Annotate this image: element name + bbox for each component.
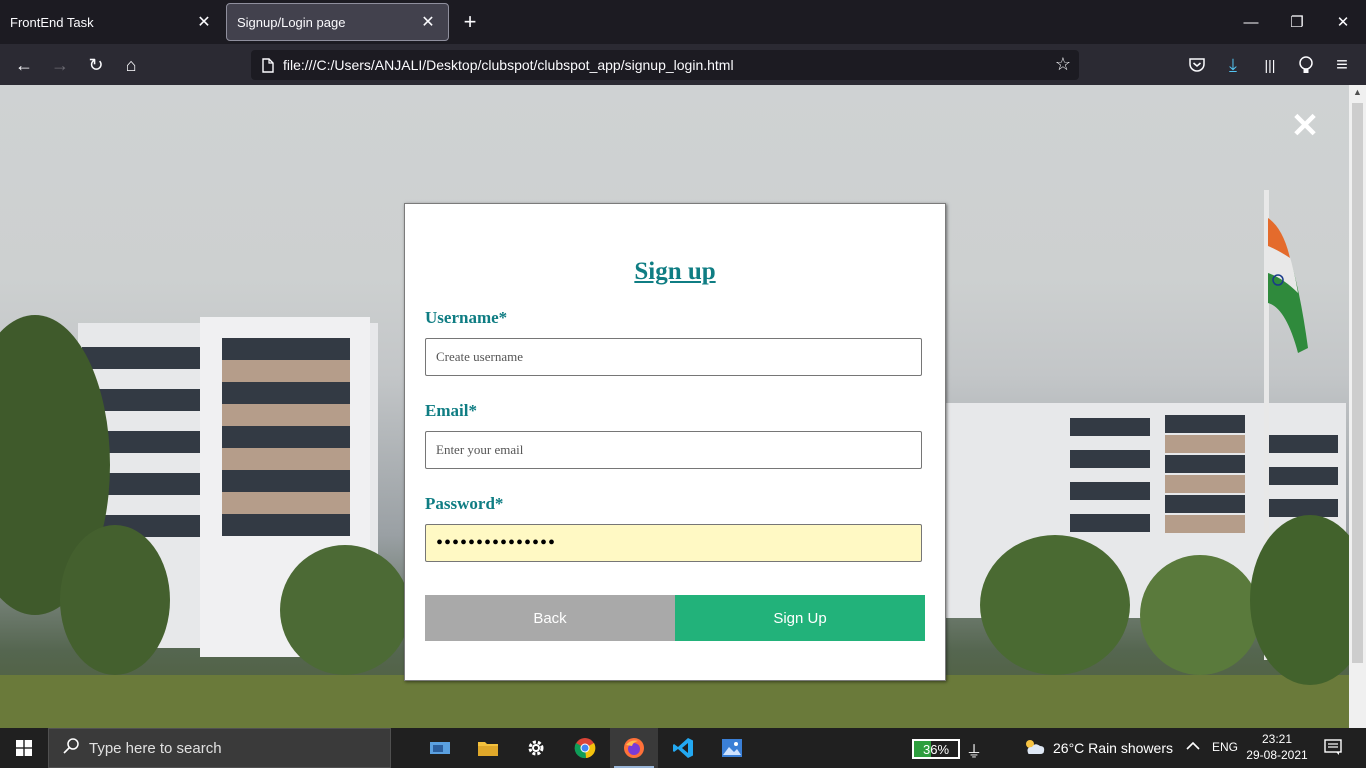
- window-close-icon[interactable]: ✕: [1320, 0, 1366, 44]
- notification-icon[interactable]: [1324, 738, 1342, 759]
- window-stripe: [222, 514, 350, 536]
- password-label: Password*: [425, 494, 504, 513]
- tab-label: Signup/Login page: [237, 14, 346, 30]
- signup-button[interactable]: Sign Up: [675, 595, 925, 641]
- tab-label: FrontEnd Task: [10, 14, 94, 30]
- minimize-icon[interactable]: —: [1228, 0, 1274, 44]
- scroll-up-arrow-icon[interactable]: ▲: [1353, 87, 1362, 97]
- search-placeholder: Type here to search: [89, 739, 222, 757]
- menu-icon[interactable]: ≡: [1327, 50, 1357, 80]
- signup-title: Sign up: [634, 258, 716, 285]
- window-stripe: [222, 404, 350, 426]
- reload-icon[interactable]: ↻: [81, 50, 111, 80]
- url-bar[interactable]: file:///C:/Users/ANJALI/Desktop/clubspot…: [251, 50, 1079, 80]
- bookmark-star-icon[interactable]: ☆: [1055, 54, 1071, 75]
- tree: [1140, 555, 1260, 675]
- navigation-toolbar: ← → ↻ ⌂ file:///C:/Users/ANJALI/Desktop/…: [0, 44, 1366, 85]
- chevron-up-icon[interactable]: [1186, 738, 1200, 754]
- window-stripe: [222, 448, 350, 470]
- photos-icon[interactable]: [708, 728, 756, 768]
- forward-arrow-icon[interactable]: →: [45, 50, 75, 80]
- username-label: Username*: [425, 308, 508, 327]
- vscode-icon[interactable]: [659, 728, 707, 768]
- url-text[interactable]: file:///C:/Users/ANJALI/Desktop/clubspot…: [283, 57, 734, 73]
- taskbar-clock[interactable]: 23:21 29-08-2021: [1236, 731, 1318, 763]
- window-stripe: [222, 360, 350, 382]
- scroll-thumb[interactable]: [1352, 103, 1363, 663]
- firefox-icon[interactable]: [610, 728, 658, 768]
- search-icon: [63, 737, 79, 759]
- weather-cloud-icon[interactable]: [1022, 737, 1046, 760]
- tree: [60, 525, 170, 675]
- battery-indicator[interactable]: 36%: [912, 739, 960, 759]
- signup-modal: Sign up Username* Email* Password* •••••…: [404, 203, 946, 681]
- windows-taskbar: Type here to search 36% ⏚ 26°C Rain show…: [0, 728, 1366, 768]
- task-view-icon[interactable]: [416, 728, 464, 768]
- password-input[interactable]: •••••••••••••••: [425, 524, 922, 562]
- window-stripe: [1165, 515, 1245, 533]
- back-button[interactable]: Back: [425, 595, 675, 641]
- window-stripe: [1268, 467, 1338, 485]
- window-stripe: [222, 470, 350, 492]
- file-explorer-icon[interactable]: [464, 728, 512, 768]
- tree: [980, 535, 1130, 675]
- clock-date: 29-08-2021: [1246, 748, 1308, 762]
- window-stripe: [1070, 482, 1150, 500]
- home-icon[interactable]: ⌂: [116, 50, 146, 80]
- window-stripe: [1268, 499, 1338, 517]
- back-arrow-icon[interactable]: ←: [9, 50, 39, 80]
- language-indicator[interactable]: ENG: [1212, 740, 1238, 754]
- downloads-icon[interactable]: ⤓: [1218, 50, 1248, 80]
- window-stripe: [222, 338, 350, 360]
- pocket-icon[interactable]: [1182, 50, 1212, 80]
- window-stripe: [1165, 495, 1245, 513]
- library-icon[interactable]: |||: [1255, 50, 1285, 80]
- restore-icon[interactable]: ❐: [1274, 0, 1320, 44]
- email-label: Email*: [425, 401, 477, 420]
- email-input[interactable]: [425, 431, 922, 469]
- tree: [280, 545, 410, 675]
- close-tab-icon[interactable]: ✕: [418, 12, 438, 32]
- ground-grass: [0, 675, 1349, 728]
- chrome-icon[interactable]: [561, 728, 609, 768]
- flag-image: [1268, 218, 1308, 353]
- window-stripe: [1165, 455, 1245, 473]
- window-stripe: [1165, 415, 1245, 433]
- windows-start-icon[interactable]: [0, 728, 48, 768]
- weather-text[interactable]: 26°C Rain showers: [1053, 740, 1173, 756]
- window-stripe: [1070, 418, 1150, 436]
- battery-percent: 36%: [922, 741, 950, 757]
- window-stripe: [222, 492, 350, 514]
- tab-signup-login[interactable]: Signup/Login page ✕: [226, 3, 449, 41]
- window-stripe: [1070, 514, 1150, 532]
- window-stripe: [1268, 435, 1338, 453]
- extension-icon[interactable]: [1291, 50, 1321, 80]
- window-stripe: [82, 347, 200, 369]
- window-stripe: [1165, 435, 1245, 453]
- close-page-icon[interactable]: ✕: [1290, 109, 1320, 143]
- tab-frontend-task[interactable]: FrontEnd Task ✕: [0, 0, 224, 44]
- power-plug-icon[interactable]: ⏚: [966, 738, 982, 762]
- window-stripe: [222, 382, 350, 404]
- window-stripe: [1070, 450, 1150, 468]
- taskbar-search-box[interactable]: Type here to search: [48, 728, 391, 768]
- tab-bar: FrontEnd Task ✕ Signup/Login page ✕ + — …: [0, 0, 1366, 44]
- page-scrollbar[interactable]: ▲: [1349, 85, 1366, 728]
- close-tab-icon[interactable]: ✕: [194, 12, 214, 32]
- window-stripe: [1165, 475, 1245, 493]
- page-file-icon: [253, 57, 283, 73]
- clock-time: 23:21: [1261, 732, 1293, 746]
- window-stripe: [222, 426, 350, 448]
- username-input[interactable]: [425, 338, 922, 376]
- settings-gear-icon[interactable]: [512, 728, 560, 768]
- new-tab-icon[interactable]: +: [458, 10, 482, 34]
